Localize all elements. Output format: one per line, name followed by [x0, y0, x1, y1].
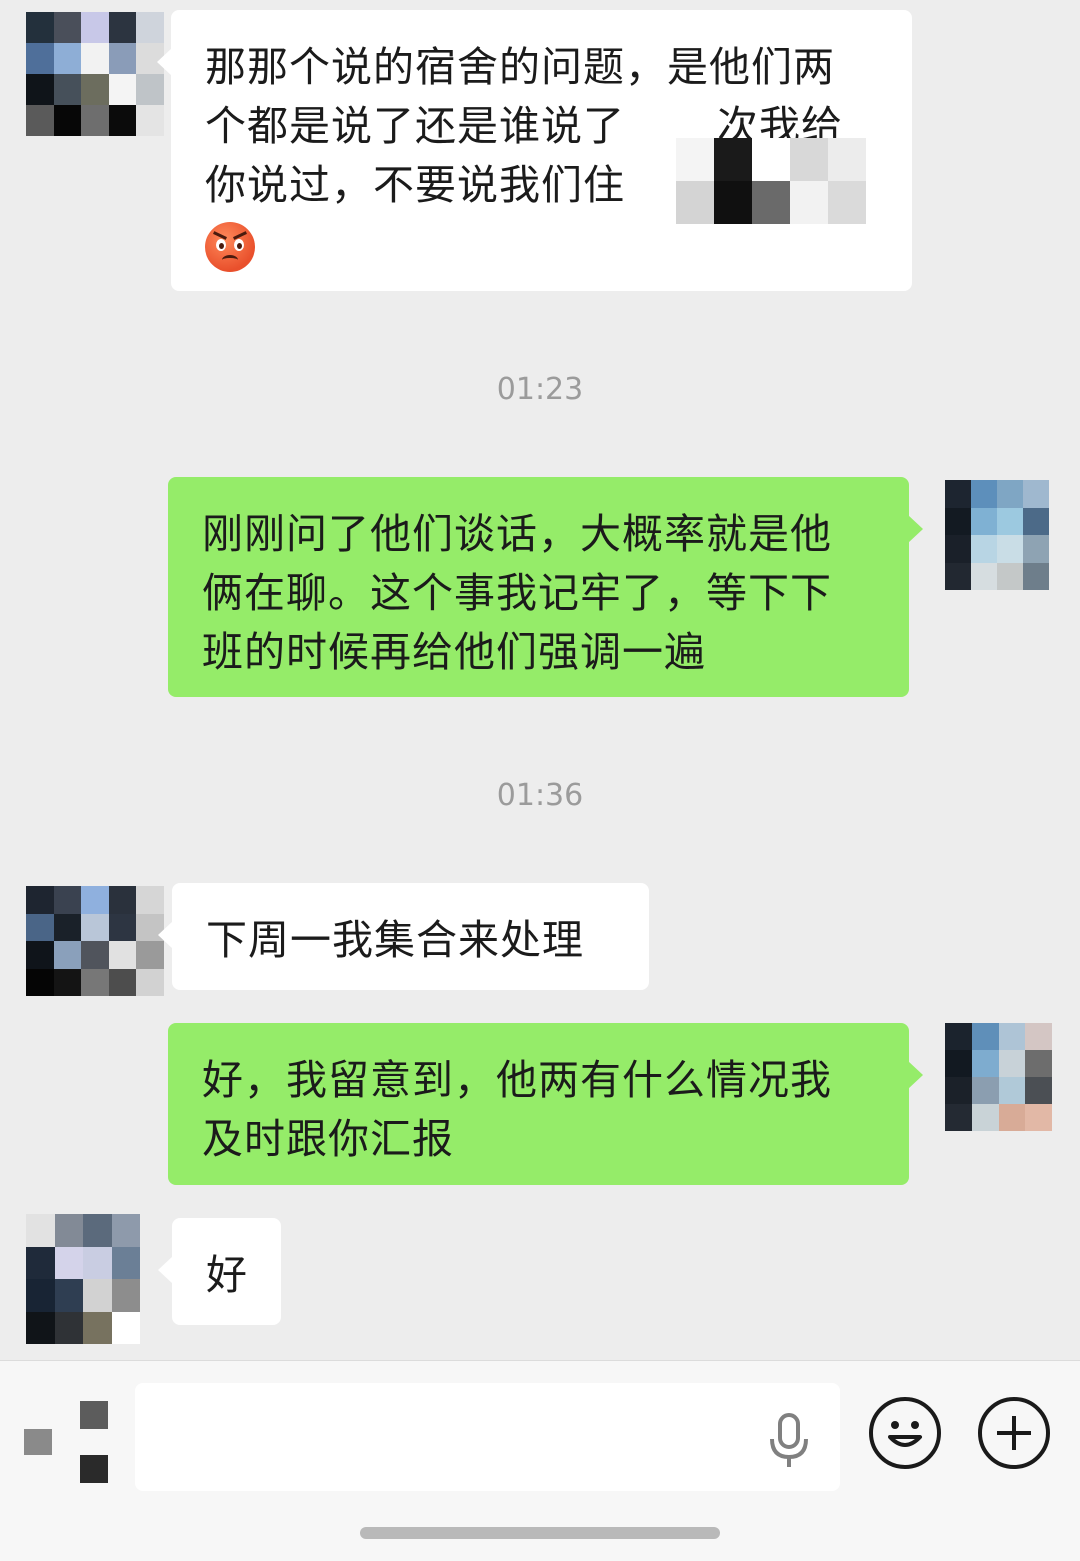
- message-input[interactable]: [135, 1383, 840, 1491]
- mic-icon[interactable]: [765, 1411, 815, 1471]
- timestamp: 01:23: [496, 372, 584, 407]
- message-line: 好: [206, 1251, 248, 1299]
- chat-area[interactable]: 那那个说的宿舍的问题，是他们两 个都是说了还是谁说了 次我给 你说过，不要说我们住…: [0, 0, 1080, 1360]
- incoming-message[interactable]: 那那个说的宿舍的问题，是他们两 个都是说了还是谁说了 次我给 你说过，不要说我们住: [157, 10, 912, 291]
- timestamp: 01:36: [496, 778, 584, 813]
- message-line: 俩在聊。这个事我记牢了，等下下: [202, 569, 832, 617]
- outgoing-message[interactable]: 刚刚问了他们谈话，大概率就是他 俩在聊。这个事我记牢了，等下下 班的时候再给他们…: [168, 477, 923, 697]
- contact-avatar[interactable]: [26, 1214, 140, 1344]
- emoji-icon: [888, 1421, 922, 1447]
- mosaic-redaction: [676, 138, 866, 224]
- angry-face-icon: [205, 222, 255, 272]
- my-avatar[interactable]: [945, 1023, 1052, 1131]
- message-line: 好，我留意到，他两有什么情况我: [202, 1056, 832, 1104]
- contact-avatar[interactable]: [26, 886, 164, 996]
- message-line: 下周一我集合来处理: [206, 916, 584, 964]
- emoji-button[interactable]: [869, 1397, 941, 1469]
- voice-toggle-icon[interactable]: [24, 1401, 114, 1491]
- incoming-message[interactable]: 好: [158, 1218, 281, 1325]
- home-indicator: [360, 1527, 720, 1539]
- input-bar: [0, 1360, 1080, 1561]
- message-line: 刚刚问了他们谈话，大概率就是他: [202, 510, 832, 558]
- message-text: 个都是说了还是谁说了: [205, 102, 625, 150]
- message-line: 那那个说的宿舍的问题，是他们两: [205, 43, 835, 91]
- message-line: 班的时候再给他们强调一遍: [202, 628, 706, 676]
- more-button[interactable]: [978, 1397, 1050, 1469]
- outgoing-message[interactable]: 好，我留意到，他两有什么情况我 及时跟你汇报: [168, 1023, 923, 1185]
- plus-icon: [997, 1416, 1031, 1450]
- contact-avatar[interactable]: [26, 12, 164, 136]
- my-avatar[interactable]: [945, 480, 1049, 590]
- incoming-message[interactable]: 下周一我集合来处理: [158, 883, 649, 990]
- message-line: 及时跟你汇报: [202, 1115, 454, 1163]
